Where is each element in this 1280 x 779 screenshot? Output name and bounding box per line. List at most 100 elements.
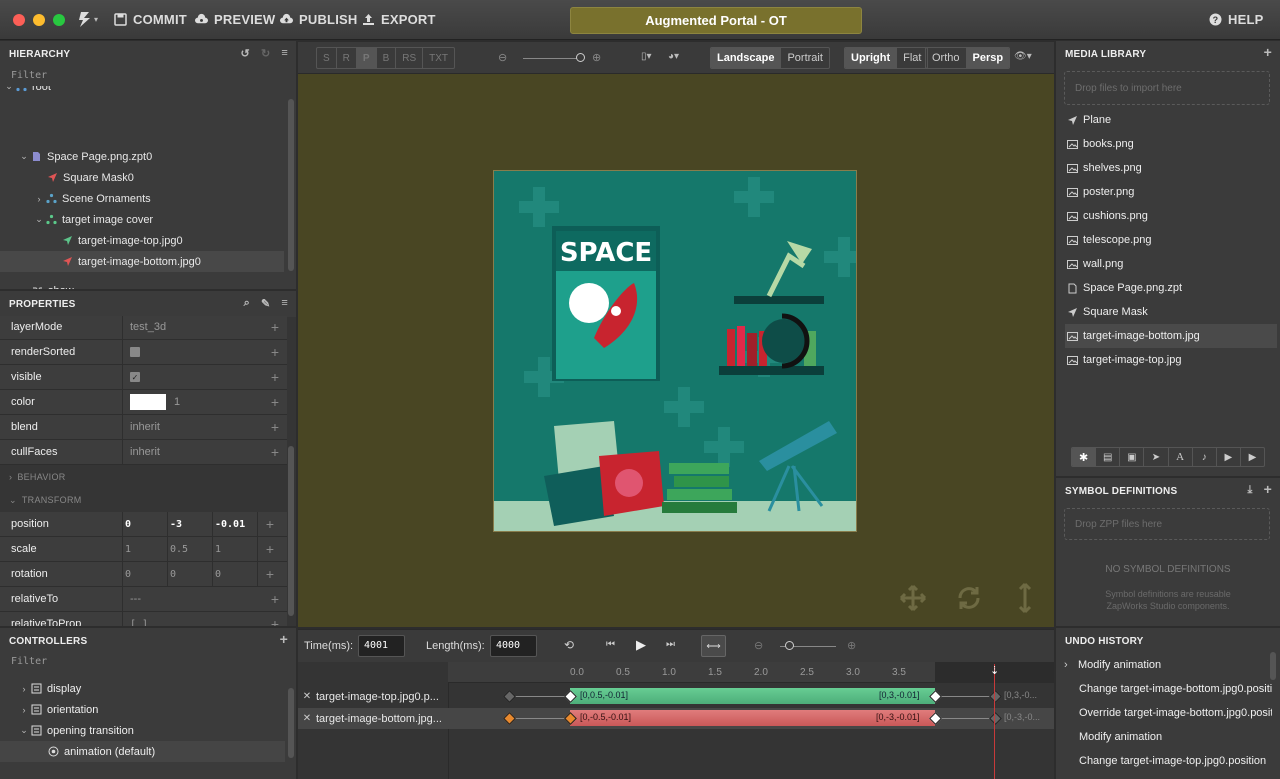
filter-font-icon[interactable]: A [1167,448,1192,466]
viewport-canvas[interactable]: SPACE [298,74,1054,627]
zoom-slider[interactable] [523,58,583,59]
tree-item-space-page[interactable]: ⌄ Space Page.png.zpt0 [0,146,284,167]
hierarchy-filter-input[interactable]: Filter [0,66,296,86]
prop-value-cullfaces[interactable]: inherit [123,440,263,464]
filter-file-icon[interactable]: ▤ [1095,448,1119,466]
timeline-zoom-handle[interactable] [785,641,794,650]
flat-button[interactable]: Flat [897,48,927,68]
tree-item-scene-ornaments[interactable]: › Scene Ornaments [0,188,284,209]
scale-x[interactable]: 1 [123,537,168,561]
move-gizmo-icon[interactable] [898,584,928,612]
visibility-menu-icon[interactable]: 👁▾ [1014,51,1032,62]
chevron-down-icon[interactable]: ⌄ [32,214,46,225]
persp-button[interactable]: Persp [966,48,1010,68]
mode-rs-button[interactable]: RS [396,48,424,68]
media-item-shelves[interactable]: shelves.png [1065,156,1277,180]
color-swatch[interactable] [130,394,166,410]
zoom-slider-handle[interactable] [576,53,585,62]
rotation-y[interactable]: 0 [168,562,213,586]
zoom-window-button[interactable] [53,14,65,26]
skip-back-icon[interactable]: ⏮ [606,639,615,650]
portrait-button[interactable]: Portrait [781,48,828,68]
app-logo-menu[interactable]: ▾ [78,11,98,28]
symbol-drop-zone[interactable]: Drop ZPP files here [1064,508,1270,540]
mode-txt-button[interactable]: TXT [423,48,454,68]
controller-item-orientation[interactable]: › orientation [0,699,285,720]
media-item-cushions[interactable]: cushions.png [1065,204,1277,228]
download-icon[interactable]: ⤓ [1248,484,1253,497]
chevron-right-icon[interactable]: › [32,194,46,204]
section-transform[interactable]: ⌄ TRANSFORM [0,489,287,511]
add-override-icon[interactable]: + [263,616,287,626]
controller-item-opening-transition[interactable]: ⌄ opening transition [0,720,285,741]
controllers-scrollbar[interactable] [288,688,294,758]
add-override-icon[interactable]: + [263,344,287,360]
media-item-target-image-top[interactable]: target-image-top.jpg [1065,348,1277,372]
add-override-icon[interactable]: + [263,444,287,460]
undo-item[interactable]: Change target-image-top.jpg0.position [1079,749,1272,773]
minimize-window-button[interactable] [33,14,45,26]
media-item-square-mask[interactable]: Square Mask [1065,300,1277,324]
tree-item-show[interactable]: show [0,280,284,289]
filter-plane-icon[interactable]: ➤ [1143,448,1167,466]
prop-value-blend[interactable]: inherit [123,415,263,439]
filter-image-icon[interactable]: ▣ [1119,448,1143,466]
skip-forward-icon[interactable]: ⏭ [666,639,675,650]
mode-p-button[interactable]: P [356,48,377,68]
mode-s-button[interactable]: S [317,48,337,68]
chevron-right-icon[interactable]: › [17,684,31,694]
playhead[interactable] [994,664,995,779]
document-title[interactable]: Augmented Portal - OT [570,7,862,34]
rotation-x[interactable]: 0 [123,562,168,586]
track-label[interactable]: target-image-bottom.jpg... [316,713,448,725]
add-override-icon[interactable]: + [258,541,282,557]
controllers-filter-input[interactable]: Filter [0,652,296,672]
filter-all-icon[interactable]: ✱ [1072,448,1096,466]
zoom-in-icon[interactable]: ⊕ [592,51,601,64]
ortho-button[interactable]: Ortho [926,48,967,68]
prop-value-relativetoprop[interactable]: [ ] [123,612,263,627]
device-menu-icon[interactable]: ▯▾ [641,51,652,62]
prop-value-relativeto[interactable]: --- [123,587,263,611]
remove-track-icon[interactable]: ✕ [298,691,316,702]
filter-video2-icon[interactable]: ▶ [1239,448,1264,466]
play-icon[interactable]: ▶ [636,637,646,653]
media-item-books[interactable]: books.png [1065,132,1277,156]
prop-value-layermode[interactable]: test_3d [123,316,263,339]
chevron-down-icon[interactable]: ⌄ [17,151,31,162]
tree-item-square-mask[interactable]: Square Mask0 [0,167,284,188]
add-override-icon[interactable]: + [263,319,287,335]
media-item-target-image-bottom[interactable]: target-image-bottom.jpg [1065,324,1277,348]
export-button[interactable]: EXPORT [362,12,436,27]
search-icon[interactable]: ⌕ [244,297,250,310]
undo-item[interactable]: Modify animation [1079,725,1272,749]
rotation-z[interactable]: 0 [213,562,258,586]
add-override-icon[interactable]: + [263,419,287,435]
track-label[interactable]: target-image-top.jpg0.p... [316,691,448,703]
position-z[interactable]: -0.01 [213,512,258,536]
edit-icon[interactable]: ✎ [261,297,270,310]
media-item-space-page[interactable]: Space Page.png.zpt [1065,276,1277,300]
preview-button[interactable]: PREVIEW [195,12,275,27]
hamburger-menu-icon[interactable]: ≡ [281,47,288,60]
help-button[interactable]: ? HELP [1209,12,1263,27]
color-alpha-value[interactable]: 1 [174,396,180,408]
publish-button[interactable]: PUBLISH [280,12,357,27]
scale-gizmo-icon[interactable] [1015,582,1035,614]
position-y[interactable]: -3 [168,512,213,536]
add-media-icon[interactable]: + [1264,44,1272,60]
rotate-gizmo-icon[interactable] [955,584,983,612]
undo-item[interactable]: Change target-image-bottom.jpg0.position [1079,677,1272,701]
section-behavior[interactable]: › BEHAVIOR [0,466,287,488]
add-override-icon[interactable]: + [258,566,282,582]
time-input[interactable]: 4001 [358,635,405,657]
landscape-button[interactable]: Landscape [711,48,782,68]
rendersorted-checkbox[interactable] [130,347,140,357]
close-window-button[interactable] [13,14,25,26]
scale-y[interactable]: 0.5 [168,537,213,561]
hamburger-menu-icon[interactable]: ≡ [281,297,288,310]
chevron-down-icon[interactable]: ⌄ [2,86,16,92]
visible-checkbox[interactable]: ✓ [130,372,140,382]
controller-item-display[interactable]: › display [0,678,285,699]
redo-icon[interactable]: ↻ [261,47,270,60]
